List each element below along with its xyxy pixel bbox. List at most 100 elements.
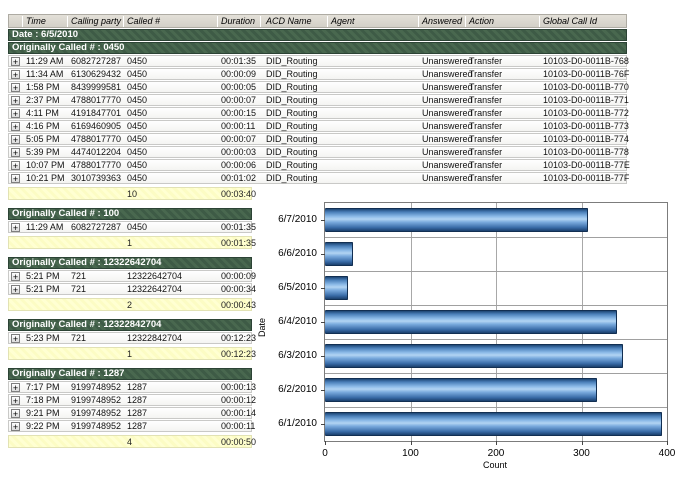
call-row: +11:29 AM6082727287045000:01:35DID_Routi… xyxy=(8,55,627,67)
cell-time: 5:21 PM xyxy=(24,271,70,281)
cell-acd: DID_Routing xyxy=(264,82,330,92)
expand-icon[interactable]: + xyxy=(11,272,20,281)
cell-calling: 721 xyxy=(69,333,126,343)
group-header: Originally Called # : 1287 xyxy=(8,368,252,380)
call-row: +5:39 PM4474012204045000:00:03DID_Routin… xyxy=(8,146,627,158)
cell-time: 11:34 AM xyxy=(24,69,70,79)
y-tick-mark xyxy=(321,356,325,357)
cell-time: 5:05 PM xyxy=(24,134,70,144)
cell-answered: Unanswered xyxy=(420,56,468,66)
group-summary-row: 400:00:50 xyxy=(8,435,252,448)
cell-time: 1:58 PM xyxy=(24,82,70,92)
expand-icon[interactable]: + xyxy=(11,334,20,343)
y-tick-label: 6/7/2010 xyxy=(255,214,317,226)
cell-action: Transfer xyxy=(467,56,542,66)
cell-global_id: 10103-D0-0011B-774 xyxy=(541,134,629,144)
call-row: +10:21 PM3010739363045000:01:02DID_Routi… xyxy=(8,172,627,184)
y-tick-mark xyxy=(321,424,325,425)
expand-icon[interactable]: + xyxy=(11,161,20,170)
cell-answered: Unanswered xyxy=(420,160,468,170)
cell-calling: 721 xyxy=(69,284,126,294)
cell-answered: Unanswered xyxy=(420,121,468,131)
call-row: +11:34 AM6130629432045000:00:09DID_Routi… xyxy=(8,68,627,80)
cell-action: Transfer xyxy=(467,82,542,92)
cell-called: 0450 xyxy=(125,173,220,183)
y-tick-label: 6/6/2010 xyxy=(255,248,317,260)
x-tick-label: 400 xyxy=(647,448,676,460)
expand-icon[interactable]: + xyxy=(11,422,20,431)
cell-calling: 9199748952 xyxy=(69,408,126,418)
expand-icon[interactable]: + xyxy=(11,174,20,183)
expand-icon[interactable]: + xyxy=(11,223,20,232)
column-header-global-call-id: Global Call Id xyxy=(541,16,627,27)
cell-called: 12322642704 xyxy=(125,271,220,281)
cell-action: Transfer xyxy=(467,108,542,118)
band-separator xyxy=(325,237,667,238)
cell-global_id: 10103-D0-0011B-778 xyxy=(541,147,629,157)
expand-icon[interactable]: + xyxy=(11,396,20,405)
expand-icon[interactable]: + xyxy=(11,383,20,392)
expand-icon[interactable]: + xyxy=(11,57,20,66)
expand-icon[interactable]: + xyxy=(11,83,20,92)
cell-calling: 9199748952 xyxy=(69,382,126,392)
cell-called: 0450 xyxy=(125,95,220,105)
column-header-duration: Duration xyxy=(219,16,261,27)
bar-6-6-2010 xyxy=(325,242,353,266)
cell-calling: 6169460905 xyxy=(69,121,126,131)
call-row: +4:11 PM4191847701045000:00:15DID_Routin… xyxy=(8,107,627,119)
cell-global_id: 10103-D0-0011B-772 xyxy=(541,108,629,118)
band-separator xyxy=(325,339,667,340)
group-header: Originally Called # : 100 xyxy=(8,208,252,220)
call-row: +9:22 PM9199748952128700:00:11 xyxy=(8,420,252,432)
expand-icon[interactable]: + xyxy=(11,148,20,157)
cell-called: 0450 xyxy=(125,134,220,144)
cell-called: 1287 xyxy=(125,421,220,431)
expand-icon[interactable]: + xyxy=(11,70,20,79)
expand-icon[interactable]: + xyxy=(11,122,20,131)
cell-time: 5:21 PM xyxy=(24,284,70,294)
cell-duration: 00:00:03 xyxy=(219,147,263,157)
y-tick-label: 6/2/2010 xyxy=(255,384,317,396)
cell-called: 0450 xyxy=(125,82,220,92)
cell-answered: Unanswered xyxy=(420,95,468,105)
group-header: Originally Called # : 12322642704 xyxy=(8,257,252,269)
y-tick-mark xyxy=(321,390,325,391)
cell-acd: DID_Routing xyxy=(264,173,330,183)
expand-icon[interactable]: + xyxy=(11,96,20,105)
cell-calling: 4788017770 xyxy=(69,134,126,144)
cell-answered: Unanswered xyxy=(420,134,468,144)
cell-duration: 00:00:07 xyxy=(219,95,263,105)
cell-calling: 9199748952 xyxy=(69,395,126,405)
cell-called: 0450 xyxy=(125,108,220,118)
column-header-acd-name: ACD Name xyxy=(264,16,328,27)
x-tick-mark xyxy=(667,441,668,445)
cell-calling: 4474012204 xyxy=(69,147,126,157)
expand-icon[interactable]: + xyxy=(11,285,20,294)
call-row: +10:07 PM4788017770045000:00:06DID_Routi… xyxy=(8,159,627,171)
group-summary-row: 100:12:23 xyxy=(8,347,252,360)
cell-acd: DID_Routing xyxy=(264,108,330,118)
cell-time: 7:18 PM xyxy=(24,395,70,405)
cell-action: Transfer xyxy=(467,121,542,131)
column-header-answered: Answered xyxy=(420,16,466,27)
call-row: +2:37 PM4788017770045000:00:07DID_Routin… xyxy=(8,94,627,106)
expand-icon[interactable]: + xyxy=(11,409,20,418)
cell-called: 0450 xyxy=(125,147,220,157)
cell-calling: 6082727287 xyxy=(69,222,126,232)
cell-duration: 00:00:07 xyxy=(219,134,263,144)
cell-action: Transfer xyxy=(467,160,542,170)
cell-called: 1287 xyxy=(125,382,220,392)
y-tick-mark xyxy=(321,288,325,289)
cell-calling: 4191847701 xyxy=(69,108,126,118)
bar-6-4-2010 xyxy=(325,310,617,334)
call-row: +5:05 PM4788017770045000:00:07DID_Routin… xyxy=(8,133,627,145)
x-tick-label: 300 xyxy=(562,448,602,460)
expand-icon[interactable]: + xyxy=(11,109,20,118)
cell-calling: 3010739363 xyxy=(69,173,126,183)
cell-time: 11:29 AM xyxy=(24,222,70,232)
expand-icon[interactable]: + xyxy=(11,135,20,144)
cell-global_id: 10103-D0-0011B-77F xyxy=(541,173,629,183)
call-row: +7:17 PM9199748952128700:00:13 xyxy=(8,381,252,393)
column-header-calling-party: Calling party # xyxy=(69,16,124,27)
y-tick-label: 6/5/2010 xyxy=(255,282,317,294)
